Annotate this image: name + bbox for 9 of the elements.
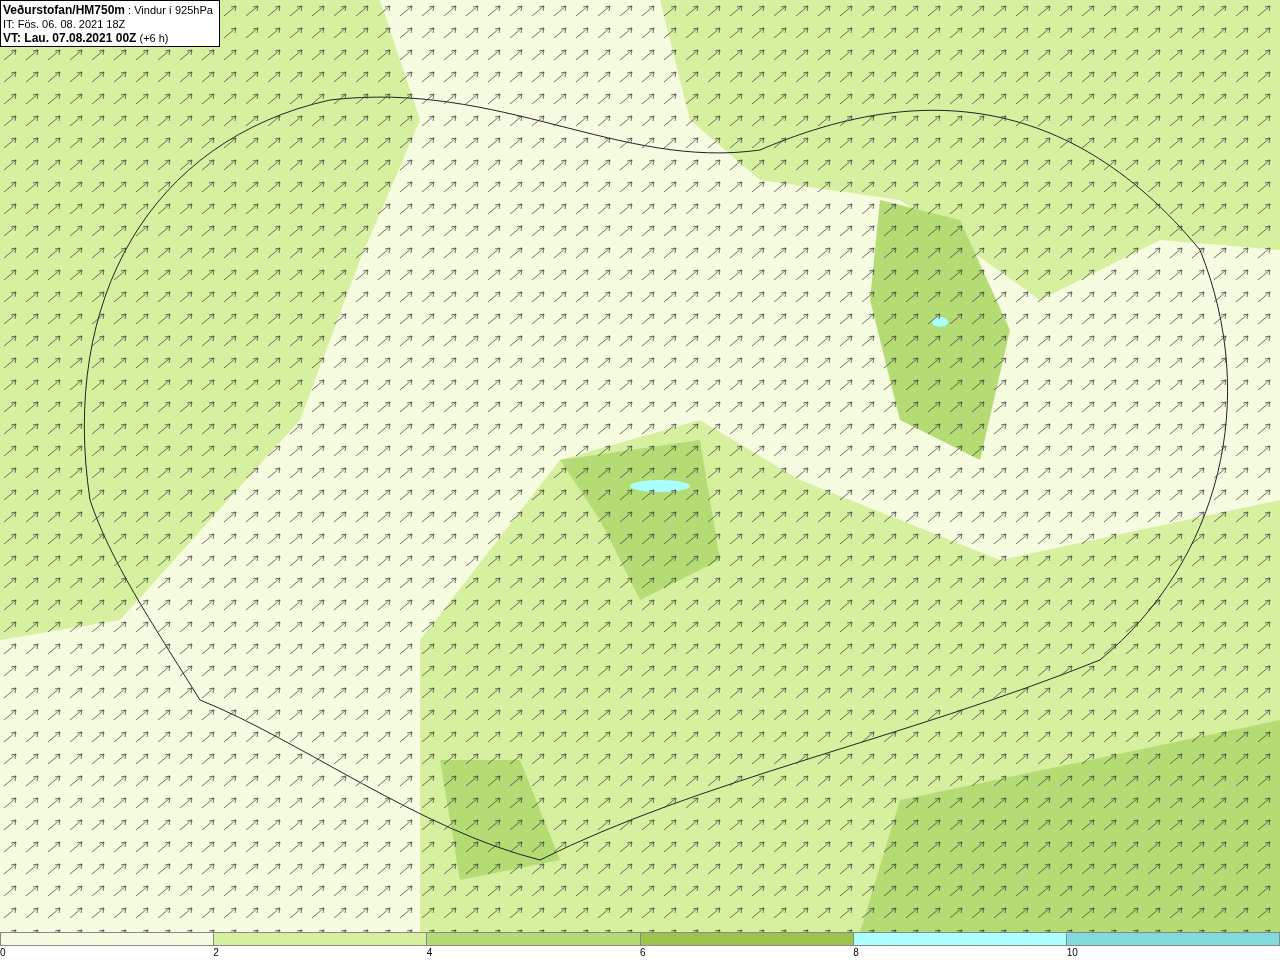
title-line: VT: Lau. 07.08.2021 00Z (+6 h)	[3, 31, 170, 45]
legend-label: 6	[640, 946, 646, 960]
title-line: IT: Fös. 06. 08. 2021 18Z	[3, 17, 127, 31]
legend-label: 8	[853, 946, 859, 960]
legend-label: 2	[213, 946, 219, 960]
legend-label: 10	[1066, 946, 1078, 960]
title-line: Veðurstofan/HM750m : Vindur í 925hPa	[3, 3, 214, 17]
legend-label: 0	[0, 946, 6, 960]
legend-label: 4	[426, 946, 433, 960]
